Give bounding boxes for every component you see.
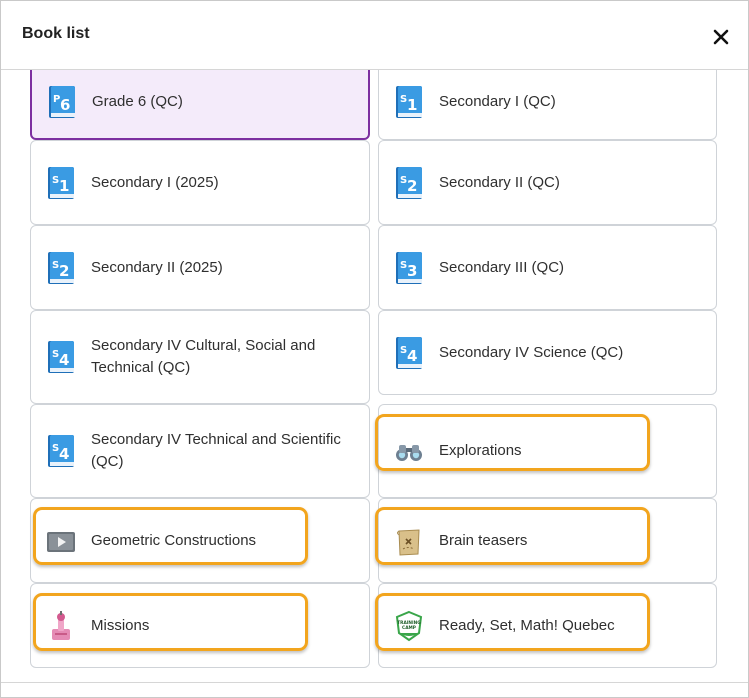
book-card-secondary-4-cst[interactable]: S 4 Secondary IV Cultural, Social and Te… <box>30 310 370 404</box>
treasure-map-icon <box>397 528 420 556</box>
book-title: Explorations <box>439 442 522 459</box>
book-s3-icon: S 3 <box>396 251 422 284</box>
book-p6-icon: P 6 <box>49 86 75 118</box>
book-title: Geometric Constructions <box>91 531 257 549</box>
dialog-footer-divider <box>1 682 748 683</box>
training-camp-badge-icon: TRAINING CAMP <box>395 610 423 641</box>
book-card-secondary-1-2025[interactable]: S 1 Secondary I (2025) <box>30 140 370 225</box>
book-card-secondary-2-qc[interactable]: S 2 Secondary II (QC) <box>378 140 717 225</box>
book-card-ready-set-math[interactable]: TRAINING CAMP Ready, Set, Math! Quebec <box>378 583 717 668</box>
svg-text:6: 6 <box>60 96 70 114</box>
dialog-header: Book list <box>1 1 748 70</box>
book-title: Secondary II (QC) <box>439 173 560 191</box>
book-title: Secondary II (2025) <box>91 258 223 276</box>
book-card-geometric-constructions[interactable]: Geometric Constructions <box>30 498 370 583</box>
close-button[interactable] <box>707 23 735 51</box>
svg-text:4: 4 <box>407 347 417 365</box>
book-title: Secondary I (QC) <box>439 93 556 110</box>
book-s2-icon: S 2 <box>396 166 422 199</box>
book-title: Secondary I (2025) <box>91 173 219 191</box>
book-title: Secondary IV Science (QC) <box>439 343 624 361</box>
svg-text:2: 2 <box>59 262 69 280</box>
book-s4-icon: S 4 <box>396 336 422 369</box>
book-card-secondary-4-ts[interactable]: S 4 Secondary IV Technical and Scientifi… <box>30 404 370 498</box>
book-s1-icon: S 1 <box>48 166 74 199</box>
book-title: Secondary III (QC) <box>439 258 565 276</box>
book-title: Secondary IV Technical and Scientific (Q… <box>91 431 341 470</box>
book-list-dialog: Book list P 6 Grade 6 (QC) S 1 Secondary… <box>0 0 749 698</box>
binoculars-icon <box>396 445 422 461</box>
svg-text:3: 3 <box>407 262 417 280</box>
book-s1-icon: S 1 <box>396 86 422 118</box>
book-card-secondary-4-science[interactable]: S 4 Secondary IV Science (QC) <box>378 310 717 395</box>
svg-text:1: 1 <box>407 96 417 114</box>
svg-text:CAMP: CAMP <box>402 625 416 631</box>
book-card-secondary-1-qc[interactable]: S 1 Secondary I (QC) <box>378 70 717 140</box>
book-card-secondary-2-2025[interactable]: S 2 Secondary II (2025) <box>30 225 370 310</box>
book-list[interactable]: P 6 Grade 6 (QC) S 1 Secondary I (QC) S <box>1 70 748 682</box>
book-title: Missions <box>91 616 150 634</box>
book-title: Ready, Set, Math! Quebec <box>439 616 615 634</box>
svg-text:4: 4 <box>59 351 69 369</box>
book-card-secondary-3-qc[interactable]: S 3 Secondary III (QC) <box>378 225 717 310</box>
dialog-title: Book list <box>22 25 90 42</box>
book-card-grade-6[interactable]: P 6 Grade 6 (QC) <box>30 70 370 140</box>
rocket-tower-icon <box>52 610 70 640</box>
book-card-missions[interactable]: Missions <box>30 583 370 668</box>
book-card-explorations[interactable]: Explorations <box>378 404 717 498</box>
book-s4-icon: S 4 <box>48 435 74 467</box>
svg-text:4: 4 <box>59 445 69 463</box>
book-s2-icon: S 2 <box>48 251 74 284</box>
close-icon <box>713 29 729 45</box>
book-title: Secondary IV Cultural, Social and Techni… <box>91 337 316 376</box>
svg-text:2: 2 <box>407 177 417 195</box>
video-play-icon <box>47 531 75 552</box>
svg-text:1: 1 <box>59 177 69 195</box>
book-s4-icon: S 4 <box>48 341 74 373</box>
book-title: Brain teasers <box>439 531 528 549</box>
book-title: Grade 6 (QC) <box>92 93 183 110</box>
book-card-brain-teasers[interactable]: Brain teasers <box>378 498 717 583</box>
